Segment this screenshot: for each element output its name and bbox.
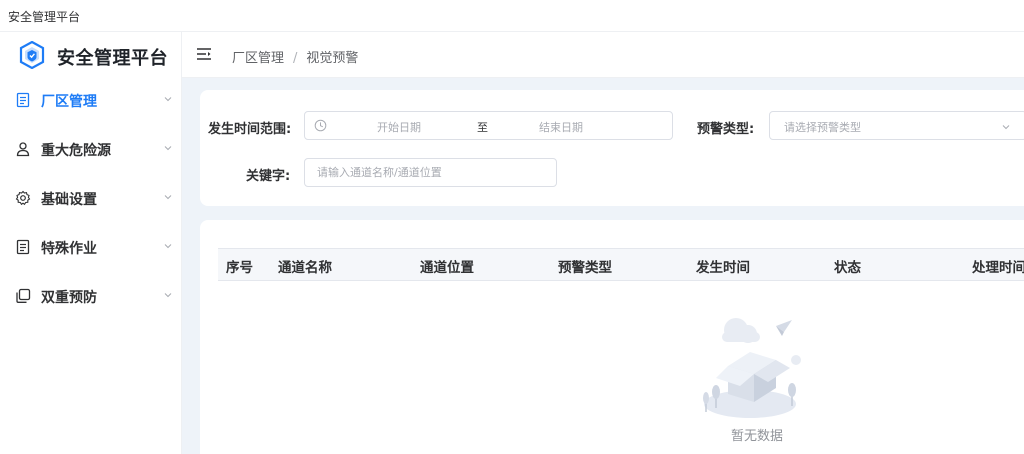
chevron-down-icon	[164, 146, 172, 151]
sidebar-item-label: 双重预防	[41, 290, 97, 306]
breadcrumb-item-factory-management[interactable]: 厂区管理	[232, 51, 284, 66]
column-header-channel-location: 通道位置	[420, 260, 474, 276]
sidebar-item-special-operations[interactable]: 特殊作业	[0, 227, 182, 267]
sidebar-item-label: 厂区管理	[41, 94, 97, 110]
breadcrumb-item-visual-warning: 视觉预警	[306, 51, 359, 66]
column-header-handled-time: 处理时间	[972, 260, 1024, 276]
date-range-picker[interactable]: 开始日期 至 结束日期	[304, 111, 673, 140]
window-title-bar: 安全管理平台	[0, 0, 1024, 32]
chevron-down-icon	[164, 97, 172, 102]
empty-state-text: 暂无数据	[731, 429, 784, 444]
keyword-label: 关键字:	[246, 169, 291, 184]
window-title: 安全管理平台	[8, 10, 81, 24]
data-table-panel: 序号 通道名称 通道位置 预警类型 发生时间 状态 处理时间 暂无数据	[200, 220, 1024, 454]
breadcrumb-separator: /	[293, 51, 298, 66]
start-date-input[interactable]: 开始日期	[377, 119, 421, 135]
chevron-down-icon	[164, 244, 172, 249]
copy-icon	[16, 288, 31, 303]
keyword-input[interactable]	[304, 158, 557, 187]
sidebar: 安全管理平台 厂区管理 重大危险源 基础设置 特殊作业 双重预防	[0, 32, 182, 454]
column-header-status: 状态	[834, 260, 861, 276]
empty-state: 暂无数据	[674, 312, 824, 447]
end-date-input[interactable]: 结束日期	[539, 119, 583, 135]
top-header: 厂区管理 / 视觉预警	[182, 32, 1024, 78]
user-icon	[16, 142, 30, 157]
warning-type-label: 预警类型:	[697, 122, 755, 137]
chevron-down-icon	[164, 293, 172, 298]
document-icon	[16, 92, 30, 108]
column-header-warning-type: 预警类型	[558, 260, 612, 276]
chevron-down-icon	[164, 195, 172, 200]
time-range-label: 发生时间范围:	[208, 122, 292, 137]
breadcrumb: 厂区管理 / 视觉预警	[232, 47, 358, 66]
filter-panel: 发生时间范围: 开始日期 至 结束日期 预警类型: 请选择预警类型 关键字:	[200, 90, 1024, 206]
sidebar-item-basic-settings[interactable]: 基础设置	[0, 178, 182, 218]
shield-logo-icon	[19, 41, 45, 69]
brand-name: 安全管理平台	[57, 48, 168, 69]
clock-icon	[314, 119, 327, 132]
menu-fold-icon[interactable]	[196, 47, 212, 61]
table-header: 序号 通道名称 通道位置 预警类型 发生时间 状态 处理时间	[218, 248, 1024, 281]
warning-type-select[interactable]: 请选择预警类型	[769, 111, 1024, 140]
warning-type-placeholder: 请选择预警类型	[784, 121, 861, 134]
gear-icon	[15, 190, 31, 206]
main-content: 发生时间范围: 开始日期 至 结束日期 预警类型: 请选择预警类型 关键字: 序…	[182, 78, 1024, 454]
empty-box-illustration-icon	[703, 318, 801, 418]
range-separator: 至	[477, 121, 488, 134]
chevron-down-icon	[1002, 125, 1010, 130]
brand: 安全管理平台	[0, 32, 182, 78]
document-icon	[16, 239, 30, 255]
column-header-occurred-time: 发生时间	[696, 260, 750, 276]
sidebar-item-major-hazard[interactable]: 重大危险源	[0, 129, 182, 169]
sidebar-item-dual-prevention[interactable]: 双重预防	[0, 276, 182, 316]
sidebar-item-label: 特殊作业	[41, 241, 97, 257]
sidebar-item-label: 重大危险源	[41, 143, 111, 159]
sidebar-item-label: 基础设置	[41, 192, 97, 208]
column-header-channel-name: 通道名称	[278, 260, 332, 276]
sidebar-item-factory-management[interactable]: 厂区管理	[0, 80, 182, 120]
column-header-index: 序号	[226, 260, 253, 276]
